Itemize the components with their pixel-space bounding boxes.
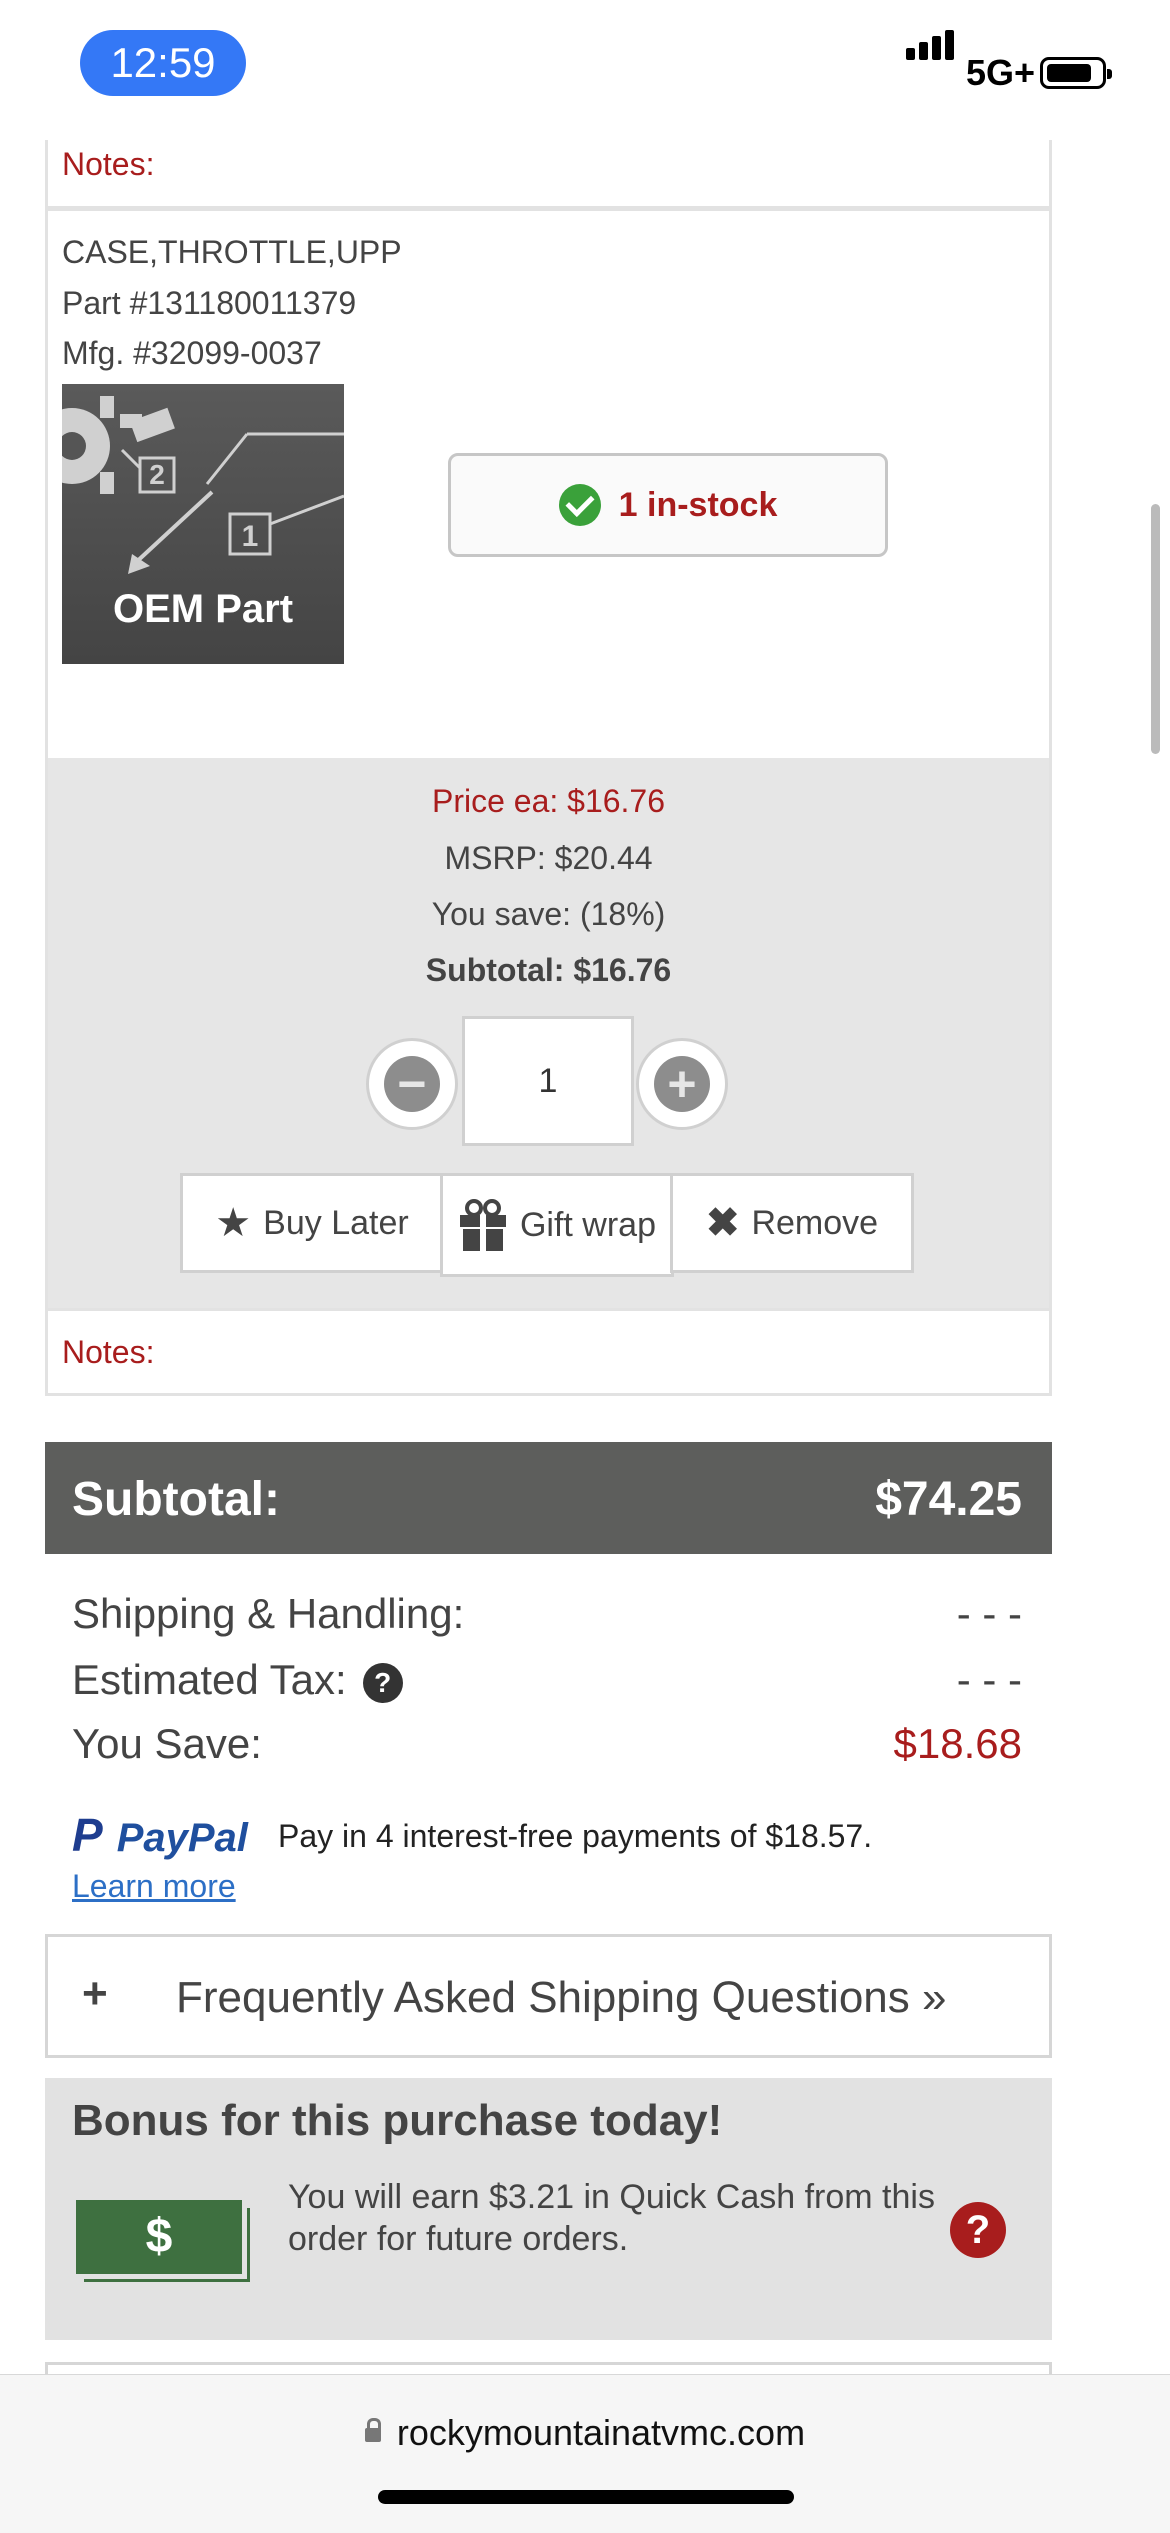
item-subtotal: Subtotal: $16.76	[425, 952, 672, 988]
paypal-logo-text: PayPal	[116, 1816, 248, 1860]
shipping-value: - - -	[956, 1590, 1022, 1637]
stock-status: 1 in-stock	[448, 453, 888, 557]
bonus-text: You will earn $3.21 in Quick Cash from t…	[288, 2178, 935, 2258]
network-label: 5G+	[966, 52, 1036, 93]
paypal-icon: P	[72, 1809, 103, 1861]
battery-icon	[1040, 57, 1112, 89]
gift-wrap-button[interactable]: Gift wrap	[440, 1173, 674, 1277]
msrp: MSRP: $20.44	[444, 840, 653, 876]
you-save-percent: You save: (18%)	[431, 896, 666, 932]
bonus-help-icon[interactable]: ?	[950, 2202, 1006, 2258]
page-scrollbar[interactable]	[1151, 504, 1160, 754]
minus-icon: −	[384, 1056, 440, 1112]
you-save-row: You Save: $18.68	[72, 1720, 1022, 1768]
stock-status-label: 1 in-stock	[618, 485, 778, 524]
price-each: Price ea: $16.76	[431, 783, 666, 819]
item-mfg-number: Mfg. #32099-0037	[62, 335, 322, 371]
gift-wrap-label: Gift wrap	[519, 1205, 657, 1244]
shipping-faq-toggle[interactable]: + Frequently Asked Shipping Questions »	[45, 1934, 1052, 2058]
shipping-label: Shipping & Handling:	[72, 1590, 465, 1637]
lock-icon	[364, 2418, 381, 2443]
item-notes-label[interactable]: Notes:	[62, 1334, 154, 1371]
item-name[interactable]: CASE,THROTTLE,UPP	[62, 234, 402, 271]
subtotal-value: $74.25	[875, 1473, 1022, 1526]
help-icon[interactable]: ?	[362, 1662, 403, 1703]
bonus-title: Bonus for this purchase today!	[72, 2096, 723, 2145]
paypal-message: Pay in 4 interest-free payments of $18.5…	[278, 1818, 873, 1854]
tax-value: - - -	[956, 1656, 1022, 1703]
item-divider	[45, 206, 1052, 211]
check-circle-icon	[558, 484, 601, 526]
you-save-value: $18.68	[893, 1720, 1022, 1767]
shipping-faq-label: Frequently Asked Shipping Questions »	[176, 1973, 947, 2022]
quantity-input[interactable]: 1	[462, 1016, 634, 1146]
item-part-number: Part #131180011379	[62, 285, 357, 321]
remove-label: Remove	[751, 1203, 879, 1242]
notes-divider	[48, 1308, 1049, 1311]
paypal-logo: P PayPal	[72, 1808, 248, 1862]
callout-2: 2	[149, 459, 165, 490]
url-text: rockymountainatvmc.com	[396, 2412, 806, 2453]
callout-1: 1	[242, 520, 259, 553]
subtotal-bar: Subtotal: $74.25	[45, 1442, 1052, 1554]
tax-label: Estimated Tax:	[72, 1656, 347, 1703]
star-icon: ★	[215, 1201, 252, 1245]
prev-item-notes-label[interactable]: Notes:	[62, 146, 154, 183]
increase-quantity-button[interactable]: +	[636, 1038, 728, 1130]
learn-more-link[interactable]: Learn more	[72, 1868, 236, 1905]
gift-icon	[459, 1199, 506, 1251]
plus-icon: +	[654, 1056, 710, 1112]
buy-later-label: Buy Later	[263, 1203, 409, 1242]
address-bar[interactable]: rockymountainatvmc.com	[0, 2412, 1170, 2454]
tax-row: Estimated Tax:? - - -	[72, 1656, 1022, 1704]
decrease-quantity-button[interactable]: −	[366, 1038, 458, 1130]
remove-button[interactable]: ✖ Remove	[670, 1173, 914, 1273]
home-indicator[interactable]	[378, 2490, 794, 2504]
subtotal-label: Subtotal:	[72, 1473, 280, 1526]
shipping-row: Shipping & Handling: - - -	[72, 1590, 1022, 1638]
oem-part-label: OEM Part	[112, 587, 294, 631]
status-time: 12:59	[80, 30, 246, 96]
close-icon: ✖	[705, 1201, 740, 1245]
you-save-label: You Save:	[72, 1720, 262, 1767]
oem-part-image[interactable]: 2 1 OEM Part	[62, 384, 344, 664]
plus-icon: +	[82, 1969, 108, 2018]
quick-cash-icon: $	[76, 2200, 242, 2274]
buy-later-button[interactable]: ★ Buy Later	[180, 1173, 444, 1273]
